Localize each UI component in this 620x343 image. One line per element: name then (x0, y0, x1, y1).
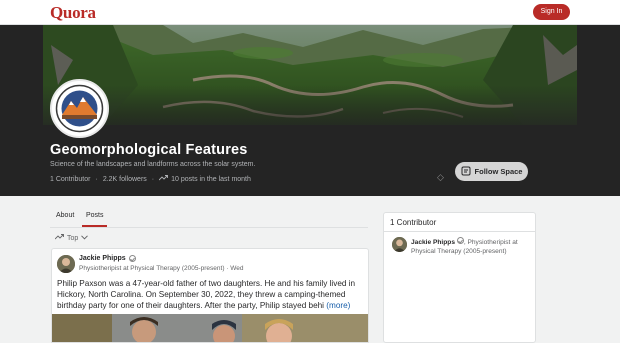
contributor-name[interactable]: Jackie Phipps (411, 239, 455, 246)
active-tab-indicator (82, 225, 107, 227)
author-avatar[interactable] (57, 255, 75, 273)
read-more-link[interactable]: (more) (326, 301, 350, 310)
space-header: Geomorphological Features Science of the… (0, 25, 620, 196)
quora-logo[interactable]: Quora (50, 3, 96, 23)
space-description: Science of the landscapes and landforms … (50, 161, 256, 168)
sort-label: Top (67, 234, 79, 242)
verified-icon (128, 255, 136, 262)
post-meta-separator: · (226, 265, 229, 272)
post-text-line: Philip Paxson was a 47-year-old father o… (57, 279, 356, 288)
verified-icon (456, 237, 464, 244)
follow-space-label: Follow Space (474, 167, 523, 176)
top-bar: Quora Sign In (0, 0, 620, 25)
sort-dropdown[interactable]: Top (54, 234, 89, 242)
tab-posts[interactable]: Posts (86, 212, 104, 219)
trending-icon (54, 234, 64, 242)
space-tabs: About Posts (50, 208, 368, 228)
contributors-count[interactable]: 1 Contributor (50, 176, 90, 183)
trending-icon (158, 175, 169, 183)
post-card: Jackie Phipps Physiotheripist at Physica… (51, 248, 369, 343)
post-image[interactable] (52, 314, 368, 342)
post-text-line: birthday party for one of their daughter… (57, 300, 367, 311)
separator-dot: · (151, 175, 155, 183)
post-text-line: Hickory, North Carolina. On September 30… (57, 290, 346, 299)
post-author-name[interactable]: Jackie Phipps (79, 255, 126, 262)
posts-activity: 10 posts in the last month (171, 175, 251, 183)
contributor-info: Jackie Phipps , Physiotheripist at Physi… (411, 237, 533, 256)
sign-in-button[interactable]: Sign In (533, 4, 570, 20)
post-date[interactable]: Wed (230, 265, 243, 272)
contributor-avatar[interactable] (392, 237, 407, 252)
post-author[interactable]: Jackie Phipps (79, 255, 136, 262)
separator-dot: · (95, 175, 98, 183)
space-stats: 1 Contributor · 2.2K followers · 10 post… (50, 175, 251, 183)
chevron-down-icon (81, 234, 89, 242)
space-title: Geomorphological Features (50, 142, 248, 158)
tab-about[interactable]: About (56, 212, 74, 219)
followers-count[interactable]: 2.2K followers (103, 176, 147, 183)
space-avatar (50, 79, 109, 138)
follow-space-icon (461, 166, 471, 178)
post-text-fragment: birthday party for one of their daughter… (57, 301, 325, 310)
post-credential: Physiotheripist at Physical Therapy (200… (79, 265, 244, 272)
follow-space-button[interactable]: Follow Space (455, 162, 528, 181)
contributors-card: 1 Contributor Jackie Phipps , Physiother… (383, 212, 536, 343)
post-credential-text: Physiotheripist at Physical Therapy (200… (79, 265, 225, 272)
post-body[interactable]: Philip Paxson was a 47-year-old father o… (57, 278, 367, 311)
diamond-icon: ◇ (437, 172, 444, 182)
contributors-heading[interactable]: 1 Contributor (384, 213, 535, 232)
